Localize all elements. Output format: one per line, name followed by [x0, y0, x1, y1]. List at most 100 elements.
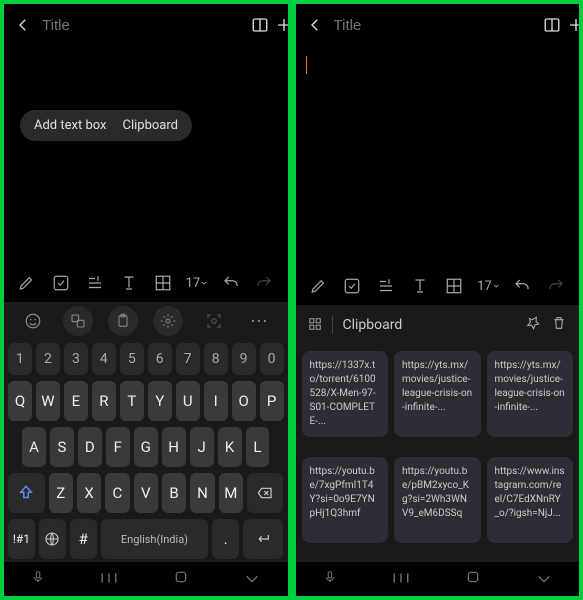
key-5[interactable]: 5	[120, 343, 144, 375]
period-key[interactable]: .	[212, 519, 239, 559]
key-n[interactable]: N	[190, 473, 214, 513]
format-toolbar: 17	[296, 267, 580, 305]
key-2[interactable]: 2	[36, 343, 60, 375]
key-i[interactable]: I	[204, 381, 228, 421]
clipboard-item[interactable]: https://1337x.to/torrent/6100528/X-Men-9…	[302, 351, 389, 437]
checkbox-icon[interactable]	[50, 272, 72, 294]
keyboard-hide-nav[interactable]	[244, 570, 260, 589]
scan-icon[interactable]	[199, 306, 229, 336]
clipboard-item[interactable]: https://youtu.be/7xgPfmI1T4Y?si=0o9E7YNp…	[302, 457, 389, 543]
font-size-display[interactable]: 17	[477, 275, 499, 297]
reader-icon[interactable]	[543, 13, 561, 37]
enter-key[interactable]	[243, 519, 283, 559]
key-l[interactable]: L	[246, 427, 270, 467]
table-icon[interactable]	[443, 275, 465, 297]
hash-key[interactable]: #	[70, 519, 97, 559]
keyboard-hide-nav[interactable]	[536, 570, 552, 589]
space-key[interactable]: English(India)	[101, 519, 209, 559]
back-icon[interactable]	[306, 13, 324, 37]
key-p[interactable]: P	[260, 381, 284, 421]
clipboard-item[interactable]: https://youtu.be/pBM2xyco_Kg?si=2Wh3WNV9…	[394, 457, 481, 543]
grid-icon[interactable]	[308, 316, 322, 335]
clipboard-item[interactable]: https://yts.mx/movies/justice-league-cri…	[394, 351, 481, 437]
recents-nav[interactable]	[100, 570, 118, 589]
text-format-icon[interactable]	[375, 275, 397, 297]
home-nav[interactable]	[465, 569, 481, 589]
add-icon[interactable]	[275, 13, 288, 37]
key-v[interactable]: V	[134, 473, 158, 513]
emoji-icon[interactable]	[18, 306, 48, 336]
key-e[interactable]: E	[64, 381, 88, 421]
key-t[interactable]: T	[120, 381, 144, 421]
text-format-icon[interactable]	[84, 272, 106, 294]
settings-icon[interactable]	[153, 306, 183, 336]
note-content[interactable]: Add text box Clipboard	[4, 46, 288, 264]
key-o[interactable]: O	[232, 381, 256, 421]
note-content[interactable]	[296, 46, 580, 267]
pen-icon[interactable]	[16, 272, 38, 294]
text-style-icon[interactable]	[118, 272, 140, 294]
key-0[interactable]: 0	[260, 343, 284, 375]
key-b[interactable]: B	[162, 473, 186, 513]
key-s[interactable]: S	[50, 427, 74, 467]
clipboard-icon[interactable]	[108, 306, 138, 336]
table-icon[interactable]	[152, 272, 174, 294]
pen-icon[interactable]	[308, 275, 330, 297]
add-icon[interactable]	[567, 13, 580, 37]
add-text-box-option[interactable]: Add text box	[34, 118, 106, 133]
backspace-key[interactable]	[247, 473, 284, 513]
title-input[interactable]	[330, 13, 537, 38]
key-u[interactable]: U	[176, 381, 200, 421]
key-c[interactable]: C	[105, 473, 129, 513]
key-x[interactable]: X	[77, 473, 101, 513]
key-3[interactable]: 3	[64, 343, 88, 375]
recents-nav[interactable]	[392, 570, 410, 589]
app-header	[4, 4, 288, 46]
mic-icon[interactable]	[323, 568, 337, 590]
delete-icon[interactable]	[551, 315, 567, 335]
translate-icon[interactable]	[63, 306, 93, 336]
bottom-row: !#1 # English(India) .	[4, 516, 288, 562]
text-style-icon[interactable]	[409, 275, 431, 297]
clipboard-item[interactable]: https://www.instagram.com/reel/C7EdXNnRY…	[487, 457, 574, 543]
key-6[interactable]: 6	[148, 343, 172, 375]
shift-key[interactable]	[8, 473, 45, 513]
key-7[interactable]: 7	[176, 343, 200, 375]
home-nav[interactable]	[173, 569, 189, 589]
key-r[interactable]: R	[92, 381, 116, 421]
mic-icon[interactable]	[31, 568, 45, 590]
redo-icon[interactable]	[545, 275, 567, 297]
clipboard-item[interactable]: https://yts.mx/movies/justice-league-cri…	[487, 351, 574, 437]
key-q[interactable]: Q	[8, 381, 32, 421]
nav-bar	[296, 562, 580, 596]
undo-icon[interactable]	[511, 275, 533, 297]
language-key[interactable]	[39, 519, 66, 559]
key-m[interactable]: M	[219, 473, 243, 513]
checkbox-icon[interactable]	[341, 275, 363, 297]
key-8[interactable]: 8	[204, 343, 228, 375]
back-icon[interactable]	[14, 13, 32, 37]
key-1[interactable]: 1	[8, 343, 32, 375]
redo-icon[interactable]	[253, 272, 275, 294]
symbols-key[interactable]: !#1	[8, 519, 35, 559]
title-input[interactable]	[38, 13, 245, 38]
key-z[interactable]: Z	[49, 473, 73, 513]
key-y[interactable]: Y	[148, 381, 172, 421]
key-h[interactable]: H	[162, 427, 186, 467]
key-f[interactable]: F	[106, 427, 130, 467]
more-icon[interactable]: ⋯	[244, 306, 274, 336]
key-g[interactable]: G	[134, 427, 158, 467]
key-a[interactable]: A	[22, 427, 46, 467]
key-9[interactable]: 9	[232, 343, 256, 375]
key-w[interactable]: W	[36, 381, 60, 421]
font-size-display[interactable]: 17	[186, 272, 208, 294]
clipboard-option[interactable]: Clipboard	[122, 118, 178, 133]
undo-icon[interactable]	[220, 272, 242, 294]
clipboard-grid: https://1337x.to/torrent/6100528/X-Men-9…	[296, 345, 580, 562]
reader-icon[interactable]	[251, 13, 269, 37]
key-4[interactable]: 4	[92, 343, 116, 375]
key-k[interactable]: K	[218, 427, 242, 467]
pin-icon[interactable]	[525, 315, 541, 335]
key-j[interactable]: J	[190, 427, 214, 467]
key-d[interactable]: D	[78, 427, 102, 467]
